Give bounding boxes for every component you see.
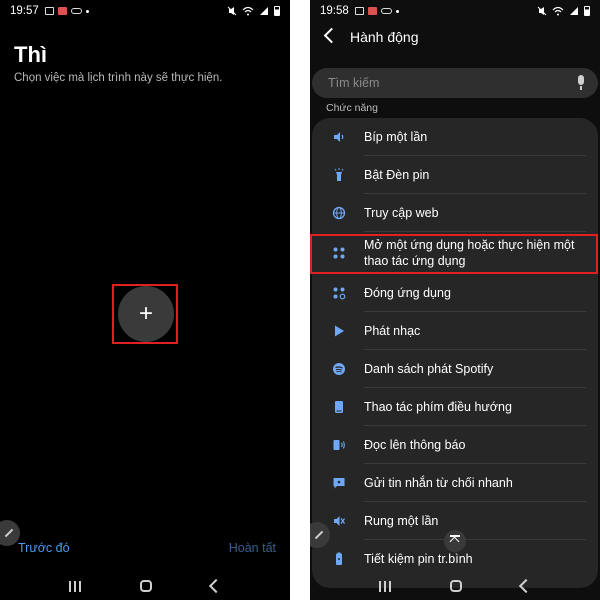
list-item-label: Bíp một lần (364, 130, 428, 144)
list-item-label: Truy cập web (364, 206, 439, 220)
page-title: Thì (14, 42, 47, 67)
actions-list: Bíp một lần Bật Đèn pin Truy cập web Mở … (312, 118, 598, 588)
list-item-web[interactable]: Truy cập web (312, 194, 598, 232)
list-item-label: Đọc lên thông báo (364, 438, 466, 452)
list-item-spotify[interactable]: Danh sách phát Spotify (312, 350, 598, 388)
back-arrow-icon[interactable] (323, 27, 340, 44)
list-item-nav-key[interactable]: Thao tác phím điều hướng (312, 388, 598, 426)
chevron-up-icon (449, 536, 460, 547)
globe-icon (332, 206, 346, 220)
search-input[interactable]: Tìm kiếm (312, 68, 598, 98)
gallery-notification-icon (354, 7, 364, 15)
list-item-beep[interactable]: Bíp một lần (312, 118, 598, 156)
right-phone-screen: 19:58 Hành động Tìm kiếm Chức năng Bíp m… (310, 0, 600, 600)
vibrate-icon (332, 514, 346, 528)
close-apps-icon (332, 286, 346, 300)
flashlight-icon (332, 168, 346, 182)
list-item-quick-decline[interactable]: Gửi tin nhắn từ chối nhanh (312, 464, 598, 502)
cloud-icon (380, 8, 392, 14)
system-nav-bar (0, 572, 290, 600)
list-item-label: Đóng ứng dụng (364, 286, 451, 300)
list-item-read-aloud[interactable]: Đọc lên thông báo (312, 426, 598, 464)
home-icon[interactable] (449, 580, 462, 592)
list-item-play-music[interactable]: Phát nhạc (312, 312, 598, 350)
back-nav-icon[interactable] (518, 578, 533, 594)
list-item-flashlight[interactable]: Bật Đèn pin (312, 156, 598, 194)
signal-icon (570, 7, 578, 15)
mute-icon (537, 6, 547, 16)
mic-icon[interactable] (576, 75, 586, 91)
left-phone-screen: 19:57 Thì Chọn việc mà lịch trình này sẽ… (0, 0, 290, 600)
pencil-icon (4, 528, 14, 538)
pencil-icon (314, 530, 324, 540)
notification-dot-icon (395, 9, 399, 13)
status-bar: 19:57 (0, 0, 290, 22)
edit-fab[interactable] (0, 520, 20, 546)
list-item-label: Bật Đèn pin (364, 168, 430, 182)
status-bar: 19:58 (310, 0, 600, 22)
previous-button[interactable]: Trước đó (18, 541, 70, 555)
spotify-icon (332, 362, 346, 376)
list-item-label: Danh sách phát Spotify (364, 362, 494, 376)
page-subtitle: Chọn việc mà lịch trình này sẽ thực hiện… (14, 72, 223, 84)
app-notification-icon (367, 7, 377, 15)
recents-icon[interactable] (69, 580, 82, 592)
list-item-label: Rung một lần (364, 514, 439, 528)
plus-icon: + (138, 300, 153, 327)
list-item-label: Thao tác phím điều hướng (364, 400, 512, 414)
list-item-close-app[interactable]: Đóng ứng dụng (312, 274, 598, 312)
system-nav-bar (310, 572, 600, 600)
list-item-label: Phát nhạc (364, 324, 421, 338)
speaker-icon (332, 130, 346, 144)
app-notification-icon (57, 7, 67, 15)
section-label: Chức năng (326, 102, 378, 114)
list-item-label: Gửi tin nhắn từ chối nhanh (364, 476, 513, 490)
add-action-button[interactable]: + (118, 286, 174, 342)
signal-icon (260, 7, 268, 15)
battery-icon (274, 6, 280, 16)
page-title: Hành động (350, 29, 419, 45)
cloud-icon (70, 8, 82, 14)
battery-saver-icon (332, 552, 346, 566)
scroll-to-top-button[interactable] (444, 530, 466, 552)
nav-key-icon (332, 400, 346, 414)
home-icon[interactable] (139, 580, 152, 592)
back-nav-icon[interactable] (208, 578, 223, 594)
gallery-notification-icon (44, 7, 54, 15)
battery-icon (584, 6, 590, 16)
status-time: 19:57 (10, 5, 39, 17)
notification-dot-icon (85, 9, 89, 13)
wifi-icon (242, 6, 254, 16)
list-item-label: Tiết kiệm pin tr.bình (364, 552, 473, 566)
message-icon (332, 476, 346, 490)
search-placeholder: Tìm kiếm (328, 76, 380, 90)
wifi-icon (552, 6, 564, 16)
mute-icon (227, 6, 237, 16)
done-button[interactable]: Hoàn tất (229, 541, 276, 555)
status-time: 19:58 (320, 5, 349, 17)
read-aloud-icon (332, 438, 346, 452)
play-icon (332, 324, 346, 338)
recents-icon[interactable] (379, 580, 392, 592)
highlight-box (310, 234, 598, 274)
